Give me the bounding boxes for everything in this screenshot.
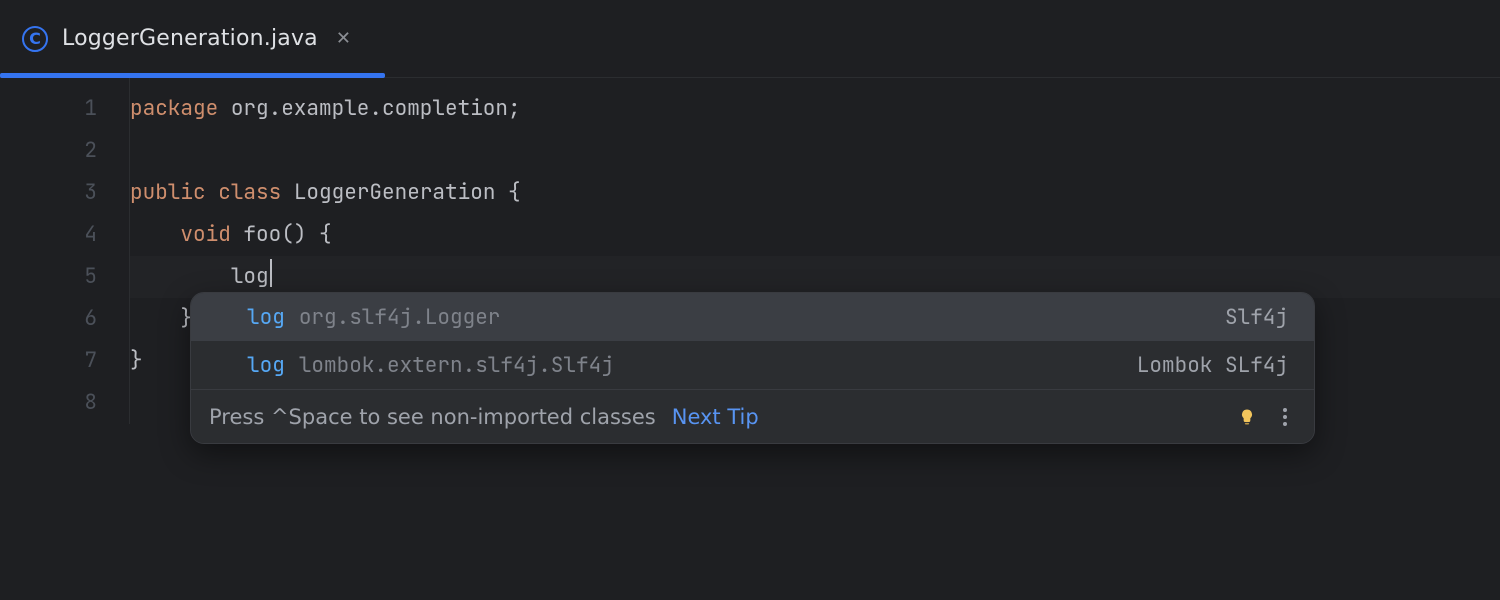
class-name: LoggerGeneration bbox=[294, 179, 496, 206]
close-tab-button[interactable]: ✕ bbox=[332, 24, 355, 53]
completion-footer: Press ^Space to see non-imported classes… bbox=[191, 389, 1314, 443]
code-line: public class LoggerGeneration { bbox=[130, 172, 1500, 214]
completion-item[interactable]: log lombok.extern.slf4j.Slf4j Lombok SLf… bbox=[191, 341, 1314, 389]
package-name: org.example.completion bbox=[231, 95, 508, 122]
line-number: 6 bbox=[0, 298, 129, 340]
line-number-gutter: 1 2 3 4 5 6 7 8 bbox=[0, 78, 130, 424]
text-caret bbox=[270, 259, 272, 287]
method-name: foo bbox=[243, 221, 281, 248]
completion-item-name: log bbox=[247, 304, 285, 331]
keyword: class bbox=[218, 179, 281, 206]
punct: { bbox=[508, 179, 521, 206]
completion-item-tail: Lombok SLf4j bbox=[1137, 352, 1288, 379]
code-completion-popup: log org.slf4j.Logger Slf4j log lombok.ex… bbox=[190, 292, 1315, 444]
java-class-icon: C bbox=[22, 26, 48, 52]
line-number: 5 bbox=[0, 256, 129, 298]
punct: () { bbox=[281, 221, 331, 248]
line-number: 2 bbox=[0, 130, 129, 172]
editor-tab[interactable]: C LoggerGeneration.java ✕ bbox=[0, 0, 377, 77]
code-line bbox=[130, 130, 1500, 172]
line-number: 1 bbox=[0, 88, 129, 130]
line-number: 3 bbox=[0, 172, 129, 214]
intention-bulb-icon[interactable] bbox=[1236, 406, 1258, 428]
line-number: 4 bbox=[0, 214, 129, 256]
punct: ; bbox=[508, 95, 521, 122]
completion-item-name: log bbox=[247, 352, 285, 379]
line-number: 7 bbox=[0, 340, 129, 382]
code-line: void foo() { bbox=[130, 214, 1500, 256]
completion-hint: Press ^Space to see non-imported classes bbox=[209, 405, 656, 429]
completion-item-tail: Slf4j bbox=[1225, 304, 1288, 331]
java-class-icon-letter: C bbox=[29, 29, 41, 48]
typed-text: log bbox=[231, 263, 269, 290]
line-number: 8 bbox=[0, 382, 129, 424]
completion-item[interactable]: log org.slf4j.Logger Slf4j bbox=[191, 293, 1314, 341]
keyword: public bbox=[130, 179, 206, 206]
keyword: package bbox=[130, 95, 218, 122]
next-tip-link[interactable]: Next Tip bbox=[672, 405, 759, 429]
completion-item-detail: lombok.extern.slf4j.Slf4j bbox=[299, 352, 614, 379]
keyword: void bbox=[180, 221, 230, 248]
tab-bar: C LoggerGeneration.java ✕ bbox=[0, 0, 1500, 78]
completion-item-detail: org.slf4j.Logger bbox=[299, 304, 501, 331]
punct: } bbox=[130, 347, 143, 374]
more-options-icon[interactable] bbox=[1274, 408, 1296, 426]
code-line: package org.example.completion; bbox=[130, 88, 1500, 130]
tab-filename: LoggerGeneration.java bbox=[62, 26, 318, 51]
